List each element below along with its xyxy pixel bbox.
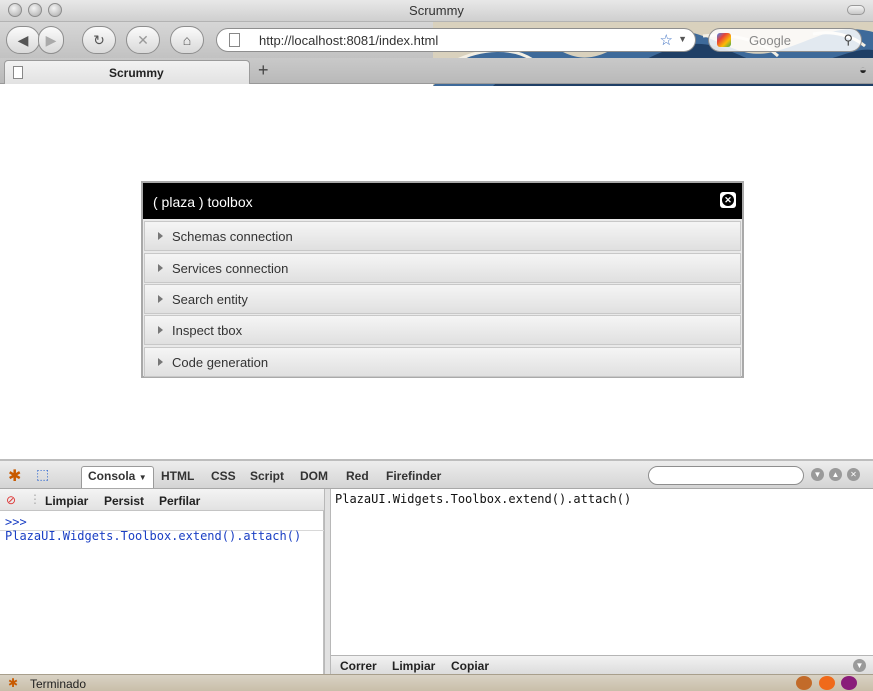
copiar-button[interactable]: Copiar	[451, 659, 489, 673]
tab-dom[interactable]: DOM	[300, 469, 328, 483]
firefox-addon-icon[interactable]	[819, 676, 835, 690]
tab-script[interactable]: Script	[250, 469, 284, 483]
section-label: Schemas connection	[172, 229, 293, 244]
expand-arrow-icon	[158, 295, 163, 303]
page-icon	[229, 33, 240, 47]
console-history-row[interactable]: >>> PlazaUI.Widgets.Toolbox.extend().att…	[0, 513, 324, 543]
tab-red[interactable]: Red	[346, 469, 369, 483]
search-icon[interactable]: ⚲	[843, 32, 853, 48]
forward-arrow-icon: ▶	[45, 31, 57, 48]
firebug-status-icon[interactable]: ✱	[8, 676, 18, 690]
section-label: Inspect tbox	[172, 323, 243, 338]
home-icon: ⌂	[182, 32, 192, 48]
firebug-search-input[interactable]	[648, 466, 804, 485]
limpiar-button[interactable]: Limpiar	[45, 494, 88, 508]
new-tab-button[interactable]: +	[258, 60, 269, 81]
expand-arrow-icon	[158, 264, 163, 272]
addon-orb-icon[interactable]	[841, 676, 857, 690]
perfilar-button[interactable]: Perfilar	[159, 494, 200, 508]
back-button[interactable]: ◀	[6, 26, 40, 54]
expand-arrow-icon	[158, 358, 163, 366]
command-editor-text: PlazaUI.Widgets.Toolbox.extend().attach(…	[335, 492, 632, 506]
correr-button[interactable]: Correr	[340, 659, 377, 673]
page-icon	[13, 66, 23, 79]
collapse-editor-icon[interactable]: ▼	[853, 659, 866, 672]
search-bar[interactable]: Google ⚲	[708, 28, 862, 52]
bookmark-star-icon[interactable]: ☆	[660, 31, 673, 49]
firebug-bug-icon[interactable]	[796, 676, 812, 690]
toolbox-title: ( plaza ) toolbox	[153, 194, 253, 210]
section-search-entity[interactable]: Search entity	[144, 284, 741, 314]
expand-arrow-icon	[158, 232, 163, 240]
status-text: Terminado	[30, 677, 87, 691]
stop-icon: ✕	[137, 31, 149, 48]
search-placeholder: Google	[749, 33, 791, 48]
chevron-down-icon: ▼	[138, 473, 147, 482]
status-bar: ✱ Terminado	[0, 674, 873, 691]
navigation-toolbar: ◀ ▶ ↻ ✕ ⌂ http://localhost:8081/index.ht…	[0, 22, 873, 86]
console-history-text: >>> PlazaUI.Widgets.Toolbox.extend().att…	[5, 515, 302, 543]
address-bar[interactable]: http://localhost:8081/index.html ☆ ▼	[216, 28, 696, 52]
tab-firefinder[interactable]: Firefinder	[386, 469, 441, 483]
reload-icon: ↻	[93, 31, 105, 48]
section-label: Services connection	[172, 261, 289, 276]
stop-button[interactable]: ✕	[126, 26, 160, 54]
firebug-toolbar: ✱ ⬚ Consola ▼ HTML CSS Script DOM Red Fi…	[0, 461, 873, 489]
section-label: Search entity	[172, 292, 248, 307]
tab-css[interactable]: CSS	[211, 469, 236, 483]
detach-panel-icon[interactable]: ▲	[829, 468, 842, 481]
close-icon: ✕	[722, 194, 734, 206]
section-inspect-tbox[interactable]: Inspect tbox	[144, 315, 741, 345]
google-engine-icon[interactable]	[717, 33, 731, 47]
limpiar-editor-button[interactable]: Limpiar	[392, 659, 435, 673]
inspect-icon[interactable]: ⬚	[36, 466, 49, 483]
expand-arrow-icon	[158, 326, 163, 334]
console-splitter[interactable]	[324, 489, 331, 674]
close-panel-icon[interactable]: ✕	[847, 468, 860, 481]
minimize-panel-icon[interactable]: ▼	[811, 468, 824, 481]
command-editor-actions: Correr Limpiar Copiar ▼	[331, 655, 873, 674]
console-toolbar: ⊘ ⋮ Limpiar Persist Perfilar	[0, 489, 324, 511]
error-filter-icon[interactable]: ⊘	[6, 493, 16, 507]
tab-label: Consola	[88, 469, 136, 483]
section-services-connection[interactable]: Services connection	[144, 253, 741, 283]
back-arrow-icon: ◀	[17, 31, 29, 48]
command-editor[interactable]: PlazaUI.Widgets.Toolbox.extend().attach(…	[331, 489, 873, 655]
section-label: Code generation	[172, 355, 269, 370]
toolbox-header: ( plaza ) toolbox ✕	[143, 183, 742, 219]
tab-strip: Scrummy + ◒	[0, 58, 873, 84]
window-title: Scrummy	[409, 3, 464, 18]
firebug-bug-icon[interactable]: ✱	[8, 466, 21, 486]
plaza-toolbox: ( plaza ) toolbox ✕ Schemas connection S…	[141, 181, 744, 378]
history-dropdown-icon[interactable]: ▼	[678, 34, 687, 44]
tab-consola[interactable]: Consola ▼	[81, 466, 154, 488]
window-titlebar: Scrummy	[0, 0, 873, 22]
persist-button[interactable]: Persist	[104, 494, 144, 508]
tab-scrummy[interactable]: Scrummy	[4, 60, 250, 84]
toolbar-separator: ⋮	[29, 492, 41, 506]
tab-label: Scrummy	[109, 66, 164, 80]
toolbar-toggle-button[interactable]	[847, 5, 865, 15]
tab-html[interactable]: HTML	[161, 469, 194, 483]
url-text: http://localhost:8081/index.html	[259, 33, 439, 48]
forward-button[interactable]: ▶	[38, 26, 64, 54]
toolbox-close-button[interactable]: ✕	[720, 192, 736, 208]
theme-icon: ◒	[859, 62, 867, 77]
section-code-generation[interactable]: Code generation	[144, 347, 741, 377]
section-schemas-connection[interactable]: Schemas connection	[144, 221, 741, 251]
home-button[interactable]: ⌂	[170, 26, 204, 54]
reload-button[interactable]: ↻	[82, 26, 116, 54]
